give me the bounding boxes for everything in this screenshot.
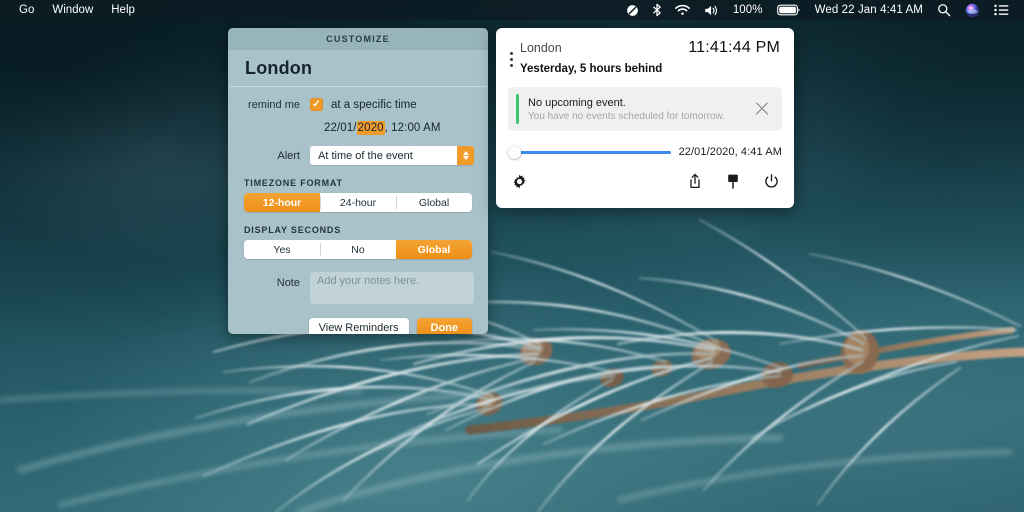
done-button[interactable]: Done bbox=[416, 318, 472, 334]
display-seconds-option-yes[interactable]: Yes bbox=[244, 240, 320, 259]
timezone-option-12-hour[interactable]: 12-hour bbox=[244, 193, 320, 212]
checkmark-icon: ✓ bbox=[312, 98, 321, 110]
do-not-disturb-icon[interactable] bbox=[619, 0, 646, 20]
desktop-screen: Go Window Help 100% Wed 22 Jan 4:41 AM C… bbox=[0, 0, 1024, 512]
clock-panel-header: London 11:41:44 PM Yesterday, 5 hours be… bbox=[496, 28, 794, 75]
divider bbox=[229, 86, 487, 87]
menu-item-window[interactable]: Window bbox=[43, 0, 102, 20]
drag-dot bbox=[509, 57, 513, 61]
battery-percent-label: 100% bbox=[732, 4, 763, 16]
pin-icon[interactable] bbox=[724, 172, 742, 190]
drag-dot bbox=[509, 51, 513, 55]
customize-actions: View Reminders Done bbox=[228, 318, 488, 334]
menu-bar-status-area: 100% Wed 22 Jan 4:41 AM bbox=[619, 0, 1016, 20]
clock-panel-titles: London 11:41:44 PM Yesterday, 5 hours be… bbox=[518, 39, 780, 75]
share-icon[interactable] bbox=[686, 172, 704, 190]
reminder-date-suffix: , 12:00 AM bbox=[384, 122, 441, 134]
display-seconds-option-global[interactable]: Global bbox=[396, 240, 472, 259]
event-text-group: No upcoming event. You have no events sc… bbox=[528, 97, 752, 122]
clock-popover-panel: London 11:41:44 PM Yesterday, 5 hours be… bbox=[496, 28, 794, 208]
wifi-icon[interactable] bbox=[668, 0, 697, 20]
event-accent-bar bbox=[516, 94, 519, 124]
gear-icon[interactable] bbox=[510, 172, 528, 190]
reminder-date-year-selected[interactable]: 2020 bbox=[356, 121, 385, 135]
alert-select[interactable]: At time of the event bbox=[310, 146, 474, 165]
note-placeholder: Add your notes here. bbox=[317, 275, 420, 287]
display-seconds-option-no[interactable]: No bbox=[320, 240, 396, 259]
power-icon[interactable] bbox=[762, 172, 780, 190]
customize-title: CUSTOMIZE bbox=[326, 34, 390, 44]
reminder-date-prefix: 22/01/ bbox=[324, 122, 357, 134]
timezone-option-24-hour[interactable]: 24-hour bbox=[320, 193, 396, 212]
remind-me-row: remind me ✓ at a specific time bbox=[228, 98, 488, 111]
alert-label: Alert bbox=[277, 149, 300, 162]
event-title: No upcoming event. bbox=[528, 96, 626, 109]
alert-row: Alert At time of the event bbox=[228, 146, 488, 165]
timezone-format-segmented-control: 12-hour 24-hour Global bbox=[244, 193, 472, 212]
battery-icon[interactable] bbox=[770, 0, 808, 20]
note-input[interactable]: Add your notes here. bbox=[310, 272, 474, 304]
volume-icon[interactable] bbox=[697, 0, 726, 20]
timezone-option-global[interactable]: Global bbox=[396, 193, 472, 212]
customize-panel: CUSTOMIZE London remind me ✓ at a specif… bbox=[228, 28, 488, 334]
chevron-down-icon[interactable] bbox=[462, 156, 469, 160]
timezone-format-heading: TIMEZONE FORMAT bbox=[244, 178, 343, 188]
time-slider-track bbox=[513, 150, 671, 154]
upcoming-event-card: No upcoming event. You have no events sc… bbox=[508, 87, 782, 131]
drag-dot bbox=[509, 63, 513, 67]
note-label: Note bbox=[276, 277, 300, 289]
menu-bar: Go Window Help 100% Wed 22 Jan 4:41 AM bbox=[0, 0, 1024, 20]
alert-selected-value: At time of the event bbox=[318, 149, 413, 162]
time-slider-knob[interactable] bbox=[508, 145, 521, 159]
event-subtitle: You have no events scheduled for tomorro… bbox=[528, 110, 725, 122]
view-reminders-button[interactable]: View Reminders bbox=[308, 318, 409, 334]
alert-stepper[interactable] bbox=[457, 146, 474, 165]
reminder-datetime-row[interactable]: 22/01/2020, 12:00 AM bbox=[228, 121, 488, 135]
time-slider-row: 22/01/2020, 4:41 AM bbox=[496, 145, 794, 159]
siri-icon[interactable] bbox=[958, 0, 987, 20]
remind-me-option-label: at a specific time bbox=[331, 98, 417, 111]
menu-item-help[interactable]: Help bbox=[102, 0, 144, 20]
clock-time-display: 11:41:44 PM bbox=[688, 39, 780, 56]
drag-handle-icon[interactable] bbox=[504, 39, 518, 75]
display-seconds-segmented-control: Yes No Global bbox=[244, 240, 472, 259]
control-center-icon[interactable] bbox=[987, 0, 1016, 20]
search-icon[interactable] bbox=[930, 0, 958, 20]
bluetooth-icon[interactable] bbox=[646, 0, 668, 20]
clock-city-name: London bbox=[520, 41, 562, 55]
chevron-up-icon[interactable] bbox=[462, 151, 469, 155]
display-seconds-heading: DISPLAY SECONDS bbox=[244, 225, 342, 235]
menu-bar-datetime[interactable]: Wed 22 Jan 4:41 AM bbox=[808, 4, 930, 16]
time-slider-value-label: 22/01/2020, 4:41 AM bbox=[678, 146, 782, 158]
remind-me-checkbox[interactable]: ✓ bbox=[310, 98, 323, 111]
note-row: Note Add your notes here. bbox=[228, 272, 488, 304]
clock-panel-toolbar bbox=[496, 172, 794, 190]
time-slider[interactable] bbox=[508, 145, 671, 159]
customize-city-name: London bbox=[245, 58, 313, 78]
remind-me-label: remind me bbox=[248, 98, 300, 111]
close-icon[interactable] bbox=[752, 99, 772, 119]
clock-offset-label: Yesterday, 5 hours behind bbox=[520, 63, 663, 75]
menu-bar-left: Go Window Help bbox=[10, 0, 144, 20]
menu-item-go[interactable]: Go bbox=[10, 0, 43, 20]
clock-panel-title-row: London 11:41:44 PM bbox=[520, 39, 780, 57]
clock-panel-toolbar-actions bbox=[686, 172, 780, 190]
customize-panel-header: CUSTOMIZE bbox=[228, 28, 488, 50]
